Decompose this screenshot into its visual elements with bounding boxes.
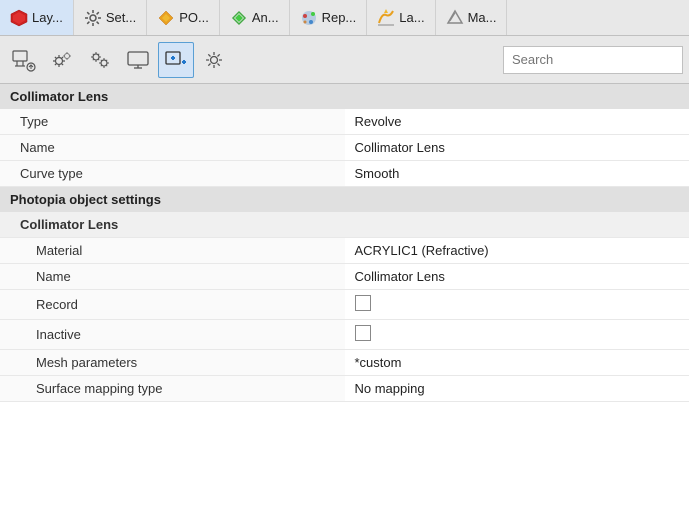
table-row: Mesh parameters *custom <box>0 350 689 376</box>
toolbar-btn-move-add[interactable] <box>158 42 194 78</box>
ma-icon <box>446 9 464 27</box>
report-icon <box>300 9 318 27</box>
prop-value-mesh: *custom <box>345 350 689 376</box>
prop-label-ph-name: Name <box>0 264 345 290</box>
subsection-value <box>345 212 689 238</box>
prop-label-surface: Surface mapping type <box>0 376 345 402</box>
toolbar-btn-screen[interactable] <box>120 42 156 78</box>
gears-icon <box>50 48 74 72</box>
prop-value-record <box>345 290 689 320</box>
prop-value-curve: Smooth <box>345 161 689 187</box>
menu-item-po-label: PO... <box>179 10 209 25</box>
content-area: Collimator Lens Type Revolve Name Collim… <box>0 84 689 512</box>
prop-label-mesh: Mesh parameters <box>0 350 345 376</box>
toolbar-btn-cursor-settings[interactable] <box>6 42 42 78</box>
toolbar-btn-gears[interactable] <box>44 42 80 78</box>
table-row: Record <box>0 290 689 320</box>
menu-item-la[interactable]: La... <box>367 0 435 35</box>
table-row: Inactive <box>0 320 689 350</box>
menu-item-ma-label: Ma... <box>468 10 497 25</box>
table-row: Material ACRYLIC1 (Refractive) <box>0 238 689 264</box>
menu-bar: Lay... Set... PO... An... <box>0 0 689 36</box>
prop-label-name: Name <box>0 135 345 161</box>
gear-icon <box>202 48 226 72</box>
la-icon <box>377 9 395 27</box>
photopia-section-title: Photopia object settings <box>0 187 689 212</box>
menu-item-layers[interactable]: Lay... <box>0 0 74 35</box>
prop-value-ph-name: Collimator Lens <box>345 264 689 290</box>
cursor-settings-icon <box>12 48 36 72</box>
table-row: Curve type Smooth <box>0 161 689 187</box>
analyze-icon <box>230 9 248 27</box>
menu-item-report-label: Rep... <box>322 10 357 25</box>
menu-item-settings[interactable]: Set... <box>74 0 147 35</box>
menu-item-analyze[interactable]: An... <box>220 0 290 35</box>
search-input[interactable] <box>503 46 683 74</box>
toolbar-btn-gear[interactable] <box>196 42 232 78</box>
prop-value-surface: No mapping <box>345 376 689 402</box>
layers-icon <box>10 9 28 27</box>
po-icon <box>157 9 175 27</box>
table-row: Name Collimator Lens <box>0 135 689 161</box>
prop-label-material: Material <box>0 238 345 264</box>
menu-item-layers-label: Lay... <box>32 10 63 25</box>
photopia-properties-table: Collimator Lens Material ACRYLIC1 (Refra… <box>0 212 689 402</box>
settings-icon <box>84 9 102 27</box>
prop-label-curve: Curve type <box>0 161 345 187</box>
inactive-checkbox[interactable] <box>355 325 371 341</box>
record-checkbox[interactable] <box>355 295 371 311</box>
prop-label-type: Type <box>0 109 345 135</box>
gears2-icon <box>88 48 112 72</box>
search-box-wrap <box>503 46 683 74</box>
menu-item-la-label: La... <box>399 10 424 25</box>
toolbar <box>0 36 689 84</box>
menu-item-analyze-label: An... <box>252 10 279 25</box>
prop-value-material: ACRYLIC1 (Refractive) <box>345 238 689 264</box>
prop-label-record: Record <box>0 290 345 320</box>
subsection-row: Collimator Lens <box>0 212 689 238</box>
menu-item-ma[interactable]: Ma... <box>436 0 508 35</box>
move-add-icon <box>164 48 188 72</box>
menu-item-settings-label: Set... <box>106 10 136 25</box>
prop-label-inactive: Inactive <box>0 320 345 350</box>
table-row: Name Collimator Lens <box>0 264 689 290</box>
screen-icon <box>126 48 150 72</box>
table-row: Type Revolve <box>0 109 689 135</box>
prop-value-type: Revolve <box>345 109 689 135</box>
section-title: Collimator Lens <box>0 84 689 109</box>
table-row: Surface mapping type No mapping <box>0 376 689 402</box>
prop-value-inactive <box>345 320 689 350</box>
menu-item-po[interactable]: PO... <box>147 0 220 35</box>
properties-table: Type Revolve Name Collimator Lens Curve … <box>0 109 689 187</box>
menu-item-report[interactable]: Rep... <box>290 0 368 35</box>
subsection-label: Collimator Lens <box>0 212 345 238</box>
toolbar-btn-gears2[interactable] <box>82 42 118 78</box>
prop-value-name: Collimator Lens <box>345 135 689 161</box>
